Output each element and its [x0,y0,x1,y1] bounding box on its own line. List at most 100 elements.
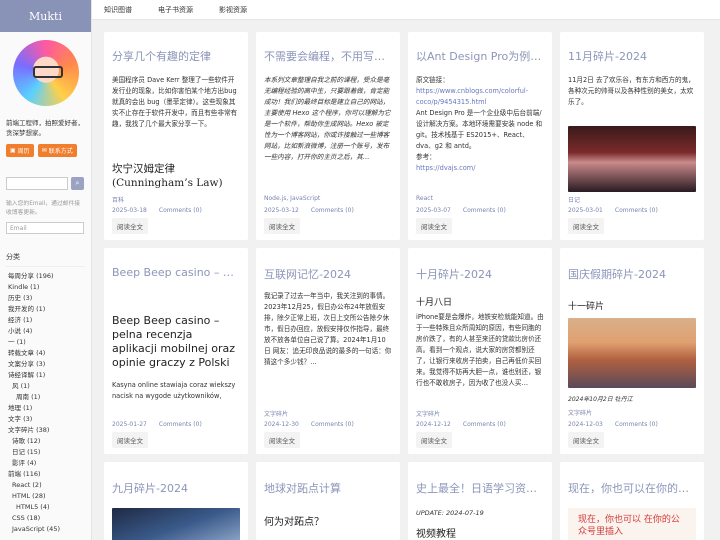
post-image[interactable] [112,508,240,540]
post-tags[interactable]: 文字碎片 [568,408,592,417]
category-item[interactable]: CSS (18) [0,513,91,524]
post-card: 以Ant Design Pro为例详细 原文链接： https://www.cn… [408,32,552,240]
read-more-button[interactable]: 阅读全文 [568,432,604,448]
post-date: 2025-03-07 [416,207,451,214]
reference-link[interactable]: https://dvajs.com/ [416,163,544,174]
post-image[interactable]: 现在，你也可以 在你的公众号里插入 [568,508,696,540]
post-subtitle: 坎宁汉姆定律 (Cunningham’s Law) [112,163,223,189]
post-card: 地球对跖点计算 何为对跖点？ [256,462,400,540]
comments-link[interactable]: Comments (0) [159,207,202,214]
category-item[interactable]: 一 (1) [0,337,91,348]
search-icon: ⌕ [75,179,80,187]
post-date: 2025-01-27 [112,421,147,428]
read-more-button[interactable]: 阅读全文 [264,432,300,448]
post-title[interactable]: 分享几个有趣的定律 [112,48,240,64]
category-item[interactable]: 风 (1) [0,381,91,392]
category-item[interactable]: JavaScript (45) [0,524,91,535]
category-item[interactable]: 日记 (15) [0,447,91,458]
category-item[interactable]: 文字碎片 (38) [0,425,91,436]
calendar-button[interactable]: ▣ 周历 [6,144,34,157]
post-excerpt: 美国程序员 Dave Kerr 整理了一些软件开发行业的现象，比如你害怕某个地方… [112,76,238,128]
contact-button[interactable]: ✉ 联系方式 [37,144,77,157]
read-more-button[interactable]: 阅读全文 [416,218,452,234]
category-item[interactable]: 小说 (4) [0,326,91,337]
top-nav: 知识图谱 电子书资源 影视资源 [92,0,720,20]
category-item[interactable]: 文字 (3) [0,414,91,425]
post-tags[interactable]: 文字碎片 [416,409,440,418]
post-tags[interactable]: Node.js, JavaScript [264,195,320,202]
post-title[interactable]: 史上最全！日语学习资料， [416,480,544,496]
category-heading: 分类 [6,252,85,267]
category-item[interactable]: React (2) [0,480,91,491]
post-title[interactable]: 地球对跖点计算 [264,480,392,496]
contact-button-label: 联系方式 [48,148,73,155]
post-title[interactable]: 十月碎片-2024 [416,266,544,282]
post-title[interactable]: 11月碎片-2024 [568,48,696,64]
read-more-button[interactable]: 阅读全文 [112,218,148,234]
category-item[interactable]: HTML5 (4) [0,502,91,513]
nav-video[interactable]: 影视资源 [219,5,247,15]
category-item[interactable]: 前端 (116) [0,469,91,480]
post-title[interactable]: Beep Beep casino – pelna recenzja [112,266,240,279]
search-button[interactable]: ⌕ [71,177,84,190]
post-excerpt: 我记录了过去一年当中，我关注到的事情。2023年12月25，假日办公布24年放假… [264,292,392,366]
post-tags[interactable]: 文字碎片 [264,409,288,418]
post-card: 现在，你也可以在你的公众号 现在，你也可以 在你的公众号里插入 [560,462,704,540]
read-more-button[interactable]: 阅读全文 [112,432,148,448]
category-item[interactable]: 我开发的 (1) [0,304,91,315]
post-card: 分享几个有趣的定律 美国程序员 Dave Kerr 整理了一些软件开发行业的现象… [104,32,248,240]
category-item[interactable]: 历史 (3) [0,293,91,304]
post-title[interactable]: 不需要会编程，不用写代码， [264,48,392,64]
site-title[interactable]: Mukti [0,0,91,32]
calendar-icon: ▣ [10,147,16,154]
post-tags[interactable]: 日记 [568,195,580,204]
read-more-button[interactable]: 阅读全文 [264,218,300,234]
post-meta: 2024-12-30 Comments (0) [264,421,354,428]
post-tags[interactable]: 百科 [112,195,124,204]
author-bio: 前端工程师，拍照爱好者，贪深梦想家。 [6,119,84,137]
post-title[interactable]: 九月碎片-2024 [112,480,240,496]
post-title[interactable]: 现在，你也可以在你的公众号 [568,480,696,496]
category-item[interactable]: 地理 (1) [0,403,91,414]
category-item[interactable]: 影评 (4) [0,458,91,469]
comments-link[interactable]: Comments (0) [463,421,506,428]
email-field[interactable]: Email [6,222,84,234]
post-excerpt: 原文链接： https://www.cnblogs.com/colorful-c… [416,76,544,174]
category-item[interactable]: 诗歌 (12) [0,436,91,447]
comments-link[interactable]: Comments (0) [615,207,658,214]
post-date: 2024-12-12 [416,421,451,428]
category-item[interactable]: 周南 (1) [0,392,91,403]
read-more-button[interactable]: 阅读全文 [416,432,452,448]
category-item[interactable]: 每周分享 (196) [0,271,91,282]
post-image[interactable] [568,126,696,192]
sidebar: Mukti 前端工程师，拍照爱好者，贪深梦想家。 ▣ 周历 ✉ 联系方式 ⌕ 输入您… [0,0,92,540]
post-excerpt: 本系列文章整理自我之前的课程，受众是毫无编程经验的高中生，只要跟着做，肯定能成功… [264,76,391,161]
post-meta: 2024-12-03 Comments (0) [568,421,658,428]
category-item[interactable]: Kindle (1) [0,282,91,293]
comments-link[interactable]: Comments (0) [311,421,354,428]
comments-link[interactable]: Comments (0) [463,207,506,214]
category-item[interactable]: 转载文章 (4) [0,348,91,359]
post-update: UPDATE: 2024-07-19 [416,509,484,517]
nav-knowledge-graph[interactable]: 知识图谱 [104,5,132,15]
search-input[interactable] [6,177,68,190]
comments-link[interactable]: Comments (0) [311,207,354,214]
read-more-button[interactable]: 阅读全文 [568,218,604,234]
avatar [12,40,79,106]
nav-ebooks[interactable]: 电子书资源 [158,5,193,15]
comments-link[interactable]: Comments (0) [615,421,658,428]
post-title[interactable]: 以Ant Design Pro为例详细 [416,48,544,64]
category-item[interactable]: HTML (28) [0,491,91,502]
comments-link[interactable]: Comments (0) [159,421,202,428]
post-image[interactable] [568,318,696,388]
post-card: 十月碎片-2024 十月八日 iPhone要是会爆炸，地铁安检就能知道。由于一些… [408,248,552,454]
post-tags[interactable]: React [416,195,433,202]
source-link[interactable]: https://www.cnblogs.com/colorful-coco/p/… [416,86,544,108]
post-excerpt: Kasyna online stawiaja coraz wiekszy nac… [112,381,236,400]
category-item[interactable]: 诗经译解 (1) [0,370,91,381]
category-item[interactable]: 文案分享 (3) [0,359,91,370]
category-item[interactable]: 经济 (1) [0,315,91,326]
post-date: 2025-03-01 [568,207,603,214]
post-title[interactable]: 国庆假期碎片-2024 [568,266,696,282]
post-title[interactable]: 互联网记忆-2024 [264,266,392,282]
